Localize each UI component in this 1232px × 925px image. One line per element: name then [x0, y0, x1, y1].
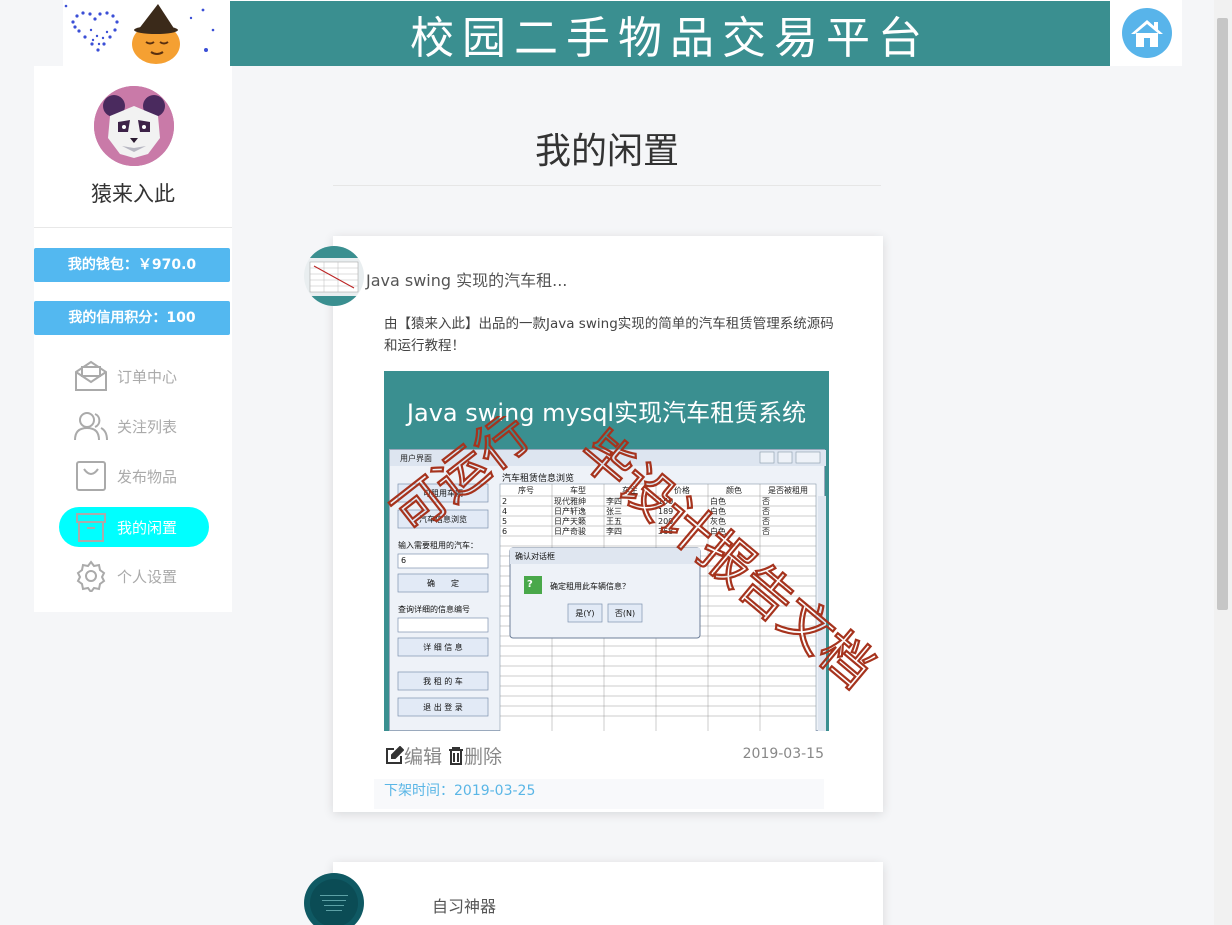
item-description: 由【猿来入此】出品的一款Java swing实现的简单的汽车租赁管理系统源码和运…: [384, 316, 834, 354]
home-button[interactable]: [1122, 8, 1172, 58]
envelope-icon: [73, 358, 109, 394]
menu-item-settings[interactable]: 个人设置: [59, 556, 209, 596]
menu-item-label: 我的闲置: [117, 518, 178, 537]
credit-badge[interactable]: 我的信用积分：100: [34, 301, 230, 335]
menu-item-following[interactable]: 关注列表: [59, 406, 209, 446]
item-preview-image[interactable]: Java swing mysql实现汽车租赁系统 用户界面 汽车租赁信息浏览 序…: [384, 371, 829, 731]
item-card: Java swing 实现的汽车租... 由【猿来入此】出品的一款Java sw…: [304, 236, 883, 812]
offline-time: 下架时间：2019-03-25: [374, 779, 824, 809]
trash-icon: [449, 746, 464, 765]
item-date: 2019-03-15: [742, 746, 824, 762]
logo-art: [63, 0, 230, 66]
preview-table-rows: 2 现代雅绅 李四 150 白色否 4 日产轩逸 张三 189 白色否 5 日产天籁 王五 200 灰色…: [502, 497, 770, 536]
gear-icon: [73, 558, 109, 594]
page-scrollbar[interactable]: [1214, 0, 1232, 925]
item-title[interactable]: 自习神器: [432, 893, 496, 917]
divider: [34, 227, 232, 228]
preview-window: 用户界面 汽车租赁信息浏览 序号 车型 车主 价格 颜色 是否被租用 2 现代雅绅…: [389, 449, 826, 731]
item-card: 自习神器: [304, 862, 883, 925]
menu-item-orders[interactable]: 订单中心: [59, 356, 209, 396]
bag-icon: [73, 458, 109, 494]
item-actions: 编辑 删除: [384, 742, 502, 769]
menu-item-label: 个人设置: [117, 567, 178, 586]
menu-item-label: 发布物品: [117, 467, 178, 486]
archive-icon: [73, 509, 109, 545]
title-divider: [333, 185, 881, 186]
delete-button[interactable]: 删除: [448, 742, 502, 769]
home-icon: [1131, 20, 1163, 47]
avatar[interactable]: [94, 86, 174, 166]
item-thumbnail[interactable]: [304, 873, 364, 925]
menu-item-my-idle[interactable]: 我的闲置: [59, 507, 209, 547]
menu-item-label: 订单中心: [117, 367, 178, 386]
item-title[interactable]: Java swing 实现的汽车租...: [366, 267, 567, 291]
page-title: 我的闲置: [534, 131, 679, 172]
preview-table-title: 汽车租赁信息浏览: [502, 474, 575, 484]
preview-window-title: 用户界面: [400, 454, 432, 463]
sidebar: 猿来入此 我的钱包：￥970.0 我的信用积分：100 订单中心 关注列表 发布…: [34, 66, 232, 612]
wallet-badge[interactable]: 我的钱包：￥970.0: [34, 248, 230, 282]
username: 猿来入此: [91, 182, 175, 206]
edit-icon: [386, 745, 404, 764]
users-icon: [73, 408, 109, 444]
delete-label: 删除: [464, 746, 503, 768]
edit-label: 编辑: [404, 746, 443, 768]
menu-item-publish[interactable]: 发布物品: [59, 456, 209, 496]
scrollbar-thumb[interactable]: [1217, 18, 1228, 610]
item-thumbnail[interactable]: [304, 246, 364, 306]
site-banner: 校园二手物品交易平台: [230, 1, 1110, 66]
preview-table-header: 序号 车型 车主 价格 颜色 是否被租用: [518, 486, 808, 495]
preview-heading: Java swing mysql实现汽车租赁系统: [406, 399, 807, 427]
menu-item-label: 关注列表: [117, 417, 178, 436]
site-title: 校园二手物品交易平台: [410, 12, 930, 64]
header: 校园二手物品交易平台: [63, 0, 1182, 66]
edit-button[interactable]: 编辑: [384, 742, 442, 769]
